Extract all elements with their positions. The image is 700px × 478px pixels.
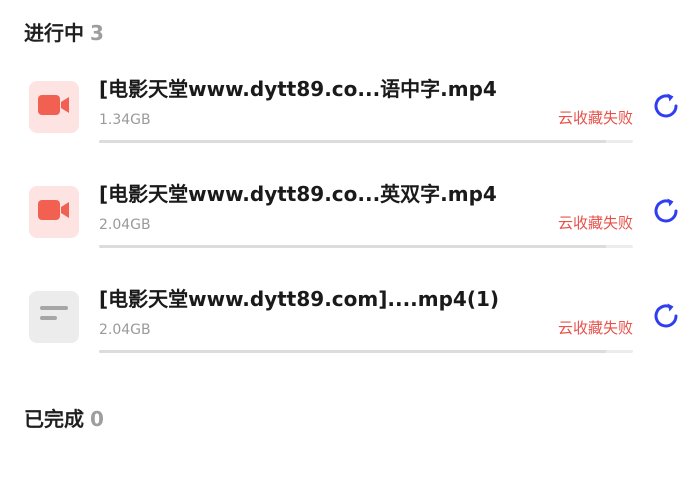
download-task-1[interactable]: [电影天堂www.dytt89.co...语中字.mp4 1.34GB 云收藏失… xyxy=(0,67,700,157)
task-size: 1.34GB xyxy=(99,112,151,128)
video-icon xyxy=(38,200,70,224)
video-thumbnail xyxy=(29,81,79,133)
cloud-save-status: 云收藏失败 xyxy=(557,319,633,337)
in-progress-count: 3 xyxy=(90,21,104,45)
progress-bar xyxy=(99,140,633,143)
cloud-save-status: 云收藏失败 xyxy=(557,109,633,127)
video-icon xyxy=(38,95,70,119)
completed-count: 0 xyxy=(90,407,104,431)
download-task-2[interactable]: [电影天堂www.dytt89.co...英双字.mp4 2.04GB 云收藏失… xyxy=(0,172,700,262)
cloud-save-status: 云收藏失败 xyxy=(557,214,633,232)
completed-label: 已完成 xyxy=(24,407,84,431)
in-progress-label: 进行中 xyxy=(24,21,84,45)
retry-icon[interactable] xyxy=(650,90,682,122)
video-thumbnail xyxy=(29,186,79,238)
in-progress-header: 进行中 3 xyxy=(24,21,104,45)
completed-header: 已完成 0 xyxy=(24,407,104,431)
progress-bar xyxy=(99,245,633,248)
task-size: 2.04GB xyxy=(99,322,151,338)
task-title: [电影天堂www.dytt89.co...英双字.mp4 xyxy=(99,182,497,206)
task-size: 2.04GB xyxy=(99,217,151,233)
download-task-3[interactable]: [电影天堂www.dytt89.com]....mp4(1) 2.04GB 云收… xyxy=(0,277,700,367)
retry-icon[interactable] xyxy=(650,195,682,227)
document-thumbnail xyxy=(29,291,79,343)
retry-icon[interactable] xyxy=(650,300,682,332)
document-icon xyxy=(40,306,68,328)
task-title: [电影天堂www.dytt89.com]....mp4(1) xyxy=(99,287,500,311)
task-title: [电影天堂www.dytt89.co...语中字.mp4 xyxy=(99,77,497,101)
progress-bar xyxy=(99,350,633,353)
